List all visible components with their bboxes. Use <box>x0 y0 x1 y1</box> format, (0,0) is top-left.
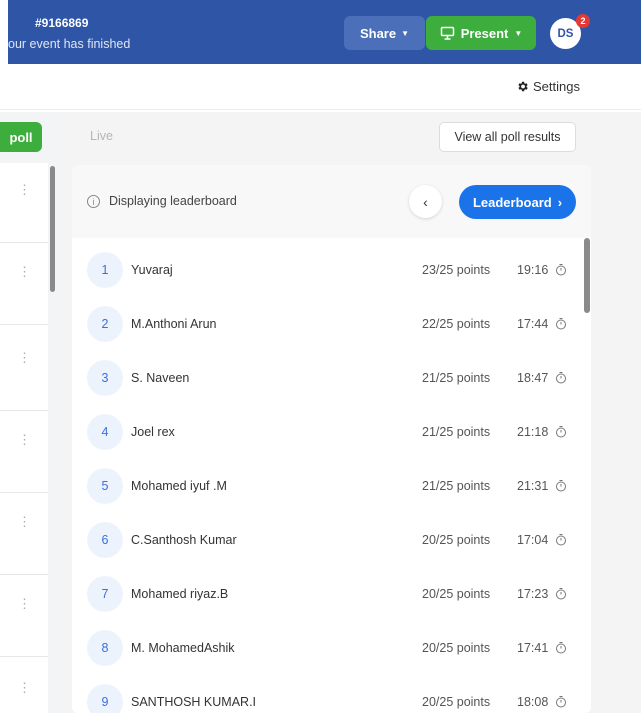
leaderboard-row: 3 S. Naveen 21/25 points 18:47 <box>72 346 582 400</box>
add-poll-button[interactable]: poll <box>0 122 42 152</box>
poll-list-item[interactable]: ⋮ <box>0 163 48 243</box>
chevron-right-icon: › <box>557 194 563 210</box>
kebab-menu-icon[interactable]: ⋮ <box>18 515 31 528</box>
participant-name: S. Naveen <box>131 371 190 385</box>
participant-name: C.Santhosh Kumar <box>131 533 237 547</box>
rank-badge: 1 <box>87 252 123 288</box>
timer-icon <box>556 426 566 438</box>
rank-badge: 9 <box>87 684 123 713</box>
event-id: #9166869 <box>35 16 89 30</box>
timer-icon <box>556 318 566 330</box>
share-button[interactable]: Share ▼ <box>344 16 425 50</box>
rank-badge: 3 <box>87 360 123 396</box>
chevron-down-icon: ▼ <box>401 28 410 38</box>
leaderboard-row: 4 Joel rex 21/25 points 21:18 <box>72 400 582 454</box>
rank-badge: 5 <box>87 468 123 504</box>
kebab-menu-icon[interactable]: ⋮ <box>18 351 31 364</box>
info-icon: i <box>87 195 100 208</box>
participant-name: Mohamed iyuf .M <box>131 479 227 493</box>
leaderboard-scrollbar[interactable] <box>584 238 590 313</box>
timer-icon <box>556 588 566 600</box>
participant-name: M.Anthoni Arun <box>131 317 217 331</box>
back-button[interactable]: ‹ <box>409 185 442 218</box>
points-value: 23/25 points <box>422 263 491 277</box>
time-value: 18:08 <box>517 695 549 709</box>
timer-icon <box>556 480 566 492</box>
leaderboard-row: 9 SANTHOSH KUMAR.I 20/25 points 18:08 <box>72 670 582 713</box>
presentation-icon <box>440 26 454 40</box>
poll-list-item[interactable]: ⋮ <box>0 331 48 411</box>
points-value: 20/25 points <box>422 533 491 547</box>
time-value: 21:31 <box>517 479 549 493</box>
time-value: 17:23 <box>517 587 549 601</box>
points-value: 20/25 points <box>422 641 491 655</box>
participant-name: SANTHOSH KUMAR.I <box>131 695 257 709</box>
poll-list-item[interactable]: ⋮ <box>0 245 48 325</box>
leaderboard-row: 7 Mohamed riyaz.B 20/25 points 17:23 <box>72 562 582 616</box>
points-value: 20/25 points <box>422 587 491 601</box>
rank-badge: 7 <box>87 576 123 612</box>
time-value: 17:41 <box>517 641 549 655</box>
leaderboard-label: Leaderboard <box>472 194 552 210</box>
event-status: our event has finished <box>8 37 131 51</box>
participant-name: Mohamed riyaz.B <box>131 587 229 601</box>
leaderboard-button[interactable]: Leaderboard › <box>459 185 576 219</box>
rank-badge: 6 <box>87 522 123 558</box>
timer-icon <box>556 534 566 546</box>
notification-badge: 2 <box>576 14 590 28</box>
kebab-menu-icon[interactable]: ⋮ <box>18 681 31 694</box>
settings-bar: Settings <box>0 64 641 110</box>
timer-icon <box>556 264 566 276</box>
time-value: 17:04 <box>517 533 549 547</box>
rank-badge: 4 <box>87 414 123 450</box>
kebab-menu-icon[interactable]: ⋮ <box>18 265 31 278</box>
rank-badge: 2 <box>87 306 123 342</box>
poll-list: ⋮ ⋮ ⋮ ⋮ ⋮ ⋮ ⋮ <box>0 163 48 713</box>
chevron-left-icon: ‹ <box>423 193 428 210</box>
timer-icon <box>556 642 566 654</box>
settings-label: Settings <box>533 79 580 94</box>
poll-list-item[interactable]: ⋮ <box>0 413 48 493</box>
points-value: 21/25 points <box>422 425 491 439</box>
leaderboard-row: 8 M. MohamedAshik 20/25 points 17:41 <box>72 616 582 670</box>
present-label: Present <box>460 25 509 41</box>
displaying-label: Displaying leaderboard <box>109 194 237 208</box>
time-value: 18:47 <box>517 371 549 385</box>
time-value: 17:44 <box>517 317 549 331</box>
top-bar: #9166869 our event has finished Share ▼ … <box>8 0 641 64</box>
time-value: 19:16 <box>517 263 549 277</box>
view-all-results-button[interactable]: View all poll results <box>439 122 576 152</box>
poll-list-item[interactable]: ⋮ <box>0 661 48 713</box>
chevron-down-icon: ▼ <box>514 28 523 38</box>
rank-badge: 8 <box>87 630 123 666</box>
leaderboard-card: i Displaying leaderboard ‹ Leaderboard ›… <box>72 165 591 713</box>
share-label: Share <box>359 25 397 41</box>
gear-icon <box>518 81 528 92</box>
leaderboard-row: 2 M.Anthoni Arun 22/25 points 17:44 <box>72 292 582 346</box>
participant-name: Yuvaraj <box>131 263 173 277</box>
settings-button[interactable]: Settings <box>516 79 580 94</box>
leaderboard-row: 5 Mohamed iyuf .M 21/25 points 21:31 <box>72 454 582 508</box>
left-scrollbar[interactable] <box>50 166 55 292</box>
points-value: 20/25 points <box>422 695 491 709</box>
points-value: 21/25 points <box>422 479 491 493</box>
participant-name: M. MohamedAshik <box>131 641 235 655</box>
leaderboard-header: i Displaying leaderboard ‹ Leaderboard › <box>72 165 591 238</box>
time-value: 21:18 <box>517 425 549 439</box>
present-button[interactable]: Present ▼ <box>426 16 536 50</box>
timer-icon <box>556 372 566 384</box>
timer-icon <box>556 696 566 708</box>
leaderboard-list: 1 Yuvaraj 23/25 points 19:16 2 M.Anthoni Arun… <box>72 238 591 713</box>
points-value: 22/25 points <box>422 317 491 331</box>
kebab-menu-icon[interactable]: ⋮ <box>18 183 31 196</box>
kebab-menu-icon[interactable]: ⋮ <box>18 433 31 446</box>
poll-list-item[interactable]: ⋮ <box>0 577 48 657</box>
kebab-menu-icon[interactable]: ⋮ <box>18 597 31 610</box>
poll-list-item[interactable]: ⋮ <box>0 495 48 575</box>
leaderboard-row: 6 C.Santhosh Kumar 20/25 points 17:04 <box>72 508 582 562</box>
participant-name: Joel rex <box>131 425 175 439</box>
points-value: 21/25 points <box>422 371 491 385</box>
leaderboard-row: 1 Yuvaraj 23/25 points 19:16 <box>72 238 582 292</box>
live-label: Live <box>90 129 113 143</box>
